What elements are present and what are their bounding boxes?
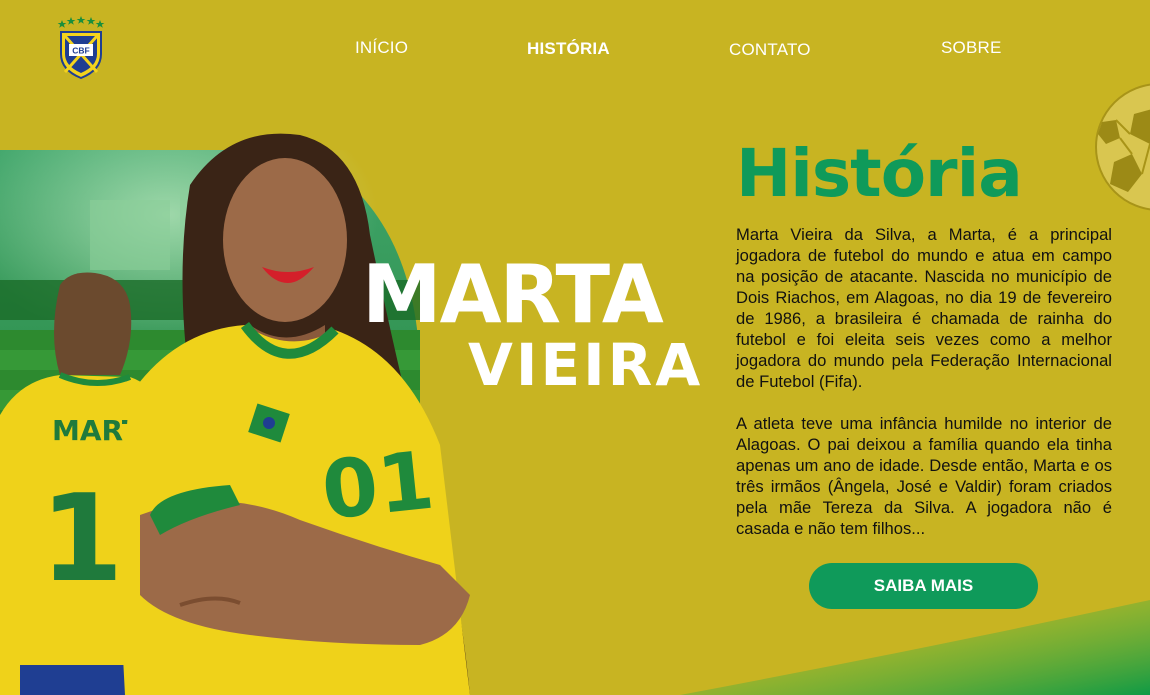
players-illustration: MARTA 10 01 — [0, 133, 470, 695]
page: CBF INÍCIO HISTÓRIA CONTATO SOBRE MARTA … — [0, 0, 1150, 695]
nav-contato[interactable]: CONTATO — [729, 40, 811, 60]
nav-sobre[interactable]: SOBRE — [941, 38, 1002, 58]
hero-last-name: VIEIRA — [468, 331, 704, 399]
bio-paragraph-1: Marta Vieira da Silva, a Marta, é a prin… — [736, 225, 1112, 391]
bio-paragraph-2: A atleta teve uma infância humilde no in… — [736, 414, 1112, 538]
saiba-mais-button[interactable]: SAIBA MAIS — [809, 563, 1038, 609]
main-player: 01 — [121, 133, 470, 695]
page-title: História — [736, 135, 1023, 212]
soccer-ball-icon — [1095, 83, 1150, 211]
main-nav: INÍCIO HISTÓRIA CONTATO SOBRE — [0, 0, 1150, 90]
hero-first-name: MARTA — [362, 248, 664, 341]
svg-text:01: 01 — [318, 434, 438, 538]
nav-historia[interactable]: HISTÓRIA — [527, 39, 610, 59]
nav-inicio[interactable]: INÍCIO — [355, 38, 408, 58]
